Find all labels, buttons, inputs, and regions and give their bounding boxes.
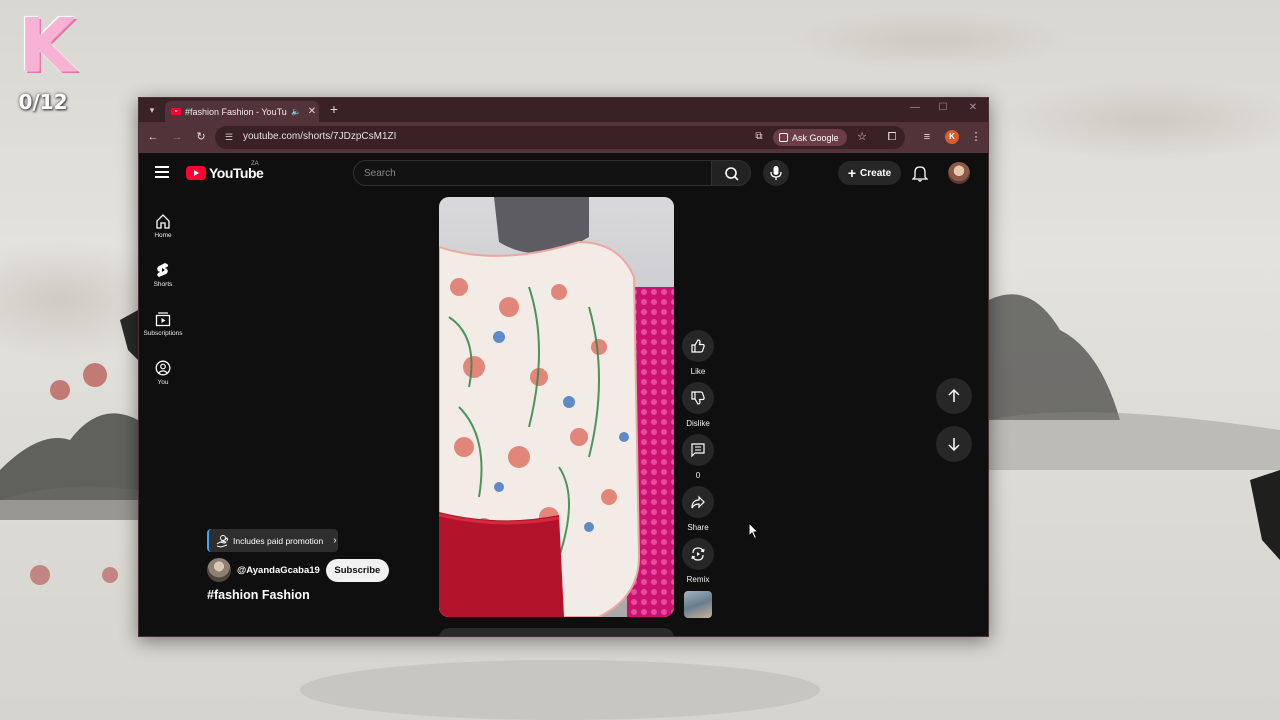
thumbs-down-icon (691, 391, 705, 405)
comments-button[interactable]: 0 (682, 434, 714, 480)
tab-search-dropdown-icon[interactable]: ▾ (145, 103, 159, 117)
close-window-icon[interactable]: ✕ (963, 102, 983, 113)
youtube-header: YouTube ZA + Create (139, 153, 988, 193)
tab-title: #fashion Fashion - YouTube (185, 106, 287, 117)
video-frame-image (439, 197, 674, 617)
channel-avatar[interactable] (207, 558, 231, 582)
account-avatar[interactable] (948, 162, 970, 184)
sound-thumbnail[interactable] (684, 591, 712, 618)
country-code: ZA (251, 161, 259, 167)
remix-label: Remix (686, 575, 710, 584)
like-label: Like (690, 367, 706, 376)
voice-search-button[interactable] (763, 160, 789, 186)
share-button[interactable]: Share (682, 486, 714, 532)
dislike-button[interactable]: Dislike (682, 382, 714, 428)
share-icon (691, 495, 705, 509)
youtube-logo[interactable]: YouTube ZA (186, 161, 264, 181)
like-button[interactable]: Like (682, 330, 714, 376)
browser-window: ▾ #fashion Fashion - YouTube 🔈 ✕ + — ☐ ✕… (138, 97, 989, 637)
comment-icon (691, 443, 705, 458)
channel-row: @AyandaGcaba19 Subscribe (207, 558, 407, 582)
share-label: Share (687, 523, 709, 532)
dislike-label: Dislike (686, 419, 710, 428)
paid-promotion-icon (216, 534, 228, 548)
sidebar-item-you[interactable]: You (139, 352, 187, 392)
sidebar-item-label: You (157, 379, 169, 386)
speaker-icon[interactable]: 🔈 (291, 107, 301, 116)
home-icon (156, 214, 170, 229)
guide-sidebar: Home Shorts Subscriptions You (139, 193, 187, 393)
browser-menu-icon[interactable]: ⋮ (969, 130, 983, 144)
microphone-icon (770, 166, 782, 180)
subscribe-button[interactable]: Subscribe (325, 558, 389, 582)
thumbs-up-icon (691, 339, 705, 353)
arrow-up-icon (948, 388, 960, 402)
comment-count: 0 (695, 471, 701, 480)
stream-counter-badge: K 0/12 (8, 3, 82, 114)
search-input[interactable] (364, 166, 694, 180)
you-icon (155, 360, 171, 376)
google-lens-icon (779, 133, 788, 142)
notifications-bell-icon[interactable] (911, 164, 929, 182)
url-text[interactable]: youtube.com/shorts/7JDzpCsM1ZI (243, 131, 396, 142)
hamburger-menu-icon[interactable] (155, 166, 169, 178)
counter-text: 0/12 (18, 90, 68, 114)
chevron-right-icon: › (333, 535, 337, 546)
extensions-icon[interactable]: ⧠ (885, 130, 899, 144)
youtube-wordmark: YouTube (209, 165, 264, 181)
search-icon (725, 167, 739, 181)
short-title[interactable]: #fashion Fashion (207, 588, 310, 602)
sidebar-item-label: Home (154, 232, 172, 239)
tab-youtube[interactable]: #fashion Fashion - YouTube 🔈 ✕ (165, 101, 319, 122)
maximize-icon[interactable]: ☐ (933, 102, 953, 113)
paid-promotion-badge[interactable]: Includes paid promotion › (207, 529, 338, 552)
new-tab-button[interactable]: + (327, 102, 341, 116)
back-icon[interactable]: ← (146, 130, 160, 144)
address-bar[interactable]: ☰ youtube.com/shorts/7JDzpCsM1ZI ⧉ Ask G… (215, 126, 905, 149)
youtube-favicon-icon (171, 108, 181, 115)
media-controls-icon[interactable]: ≡ (920, 130, 934, 144)
k-logo: K (18, 3, 76, 89)
subscriptions-icon (155, 312, 171, 327)
sidebar-item-subscriptions[interactable]: Subscriptions (139, 303, 187, 343)
forward-icon[interactable]: → (170, 130, 184, 144)
short-video-player[interactable] (439, 197, 674, 617)
remix-button[interactable]: Remix (682, 538, 714, 584)
plus-icon: + (847, 165, 857, 181)
create-label: Create (860, 167, 892, 179)
ask-google-label: Ask Google (792, 132, 839, 143)
sidebar-item-label: Shorts (153, 281, 173, 288)
site-info-icon[interactable]: ☰ (223, 131, 235, 143)
arrow-down-icon (948, 438, 960, 452)
next-short-button[interactable] (936, 426, 972, 462)
tab-strip: ▾ #fashion Fashion - YouTube 🔈 ✕ + — ☐ ✕ (139, 98, 988, 122)
previous-short-button[interactable] (936, 378, 972, 414)
shorts-icon (157, 263, 169, 277)
sidebar-item-shorts[interactable]: Shorts (139, 254, 187, 294)
browser-toolbar: ← → ↻ ☰ youtube.com/shorts/7JDzpCsM1ZI ⧉… (139, 122, 988, 153)
remix-icon (691, 547, 705, 561)
next-short-preview[interactable] (439, 628, 674, 636)
create-button[interactable]: + Create (838, 161, 901, 185)
paid-promotion-text: Includes paid promotion (233, 535, 324, 546)
mouse-cursor-icon (748, 522, 760, 540)
minimize-icon[interactable]: — (905, 102, 925, 113)
sidebar-item-label: Subscriptions (143, 330, 183, 337)
youtube-play-icon (186, 166, 206, 180)
channel-name[interactable]: @AyandaGcaba19 (237, 565, 320, 576)
search-button[interactable] (711, 160, 751, 186)
search-box (353, 160, 712, 186)
bookmark-star-icon[interactable]: ☆ (855, 130, 869, 143)
reload-icon[interactable]: ↻ (194, 130, 208, 144)
profile-avatar[interactable]: K (945, 130, 959, 144)
ask-google-button[interactable]: Ask Google (773, 129, 847, 146)
sidebar-item-home[interactable]: Home (139, 205, 187, 245)
open-in-app-icon[interactable]: ⧉ (752, 131, 766, 142)
tab-close-icon[interactable]: ✕ (305, 106, 319, 117)
